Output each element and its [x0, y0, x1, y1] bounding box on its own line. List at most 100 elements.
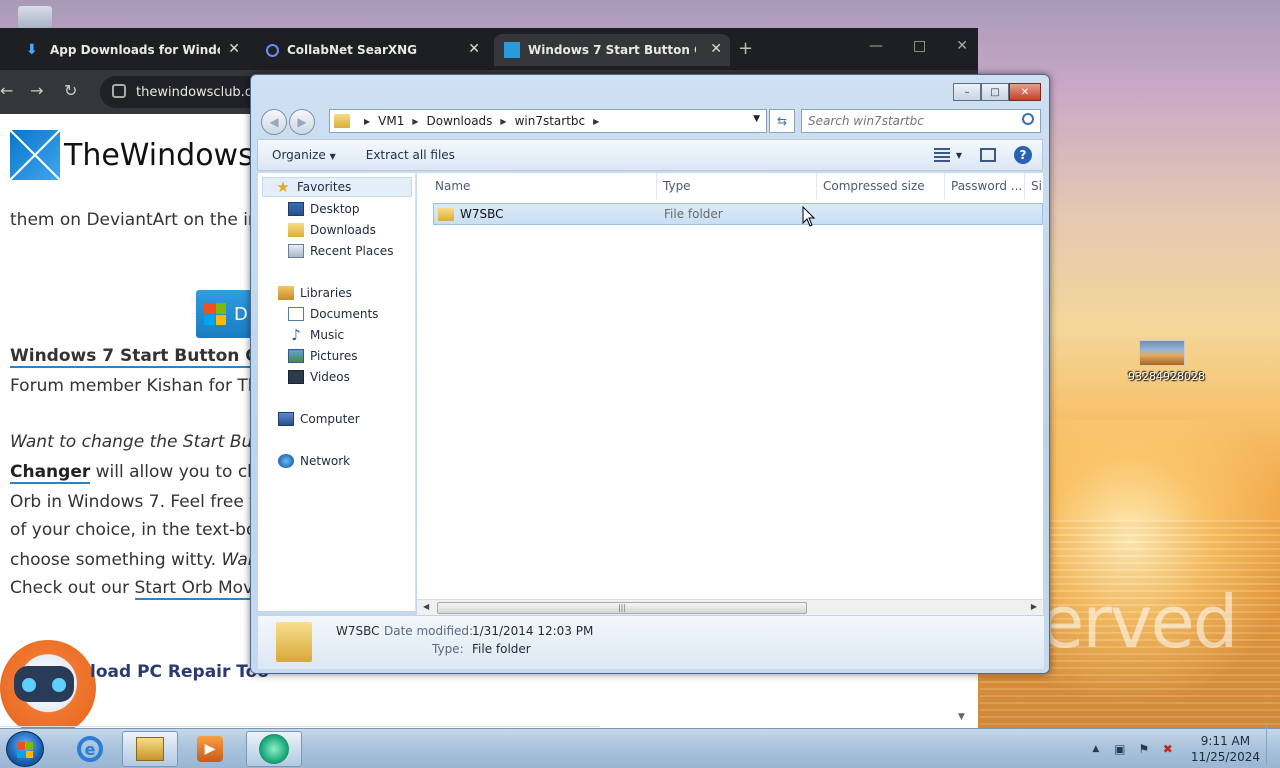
windows-logo-icon	[17, 742, 33, 758]
preview-pane-icon[interactable]	[980, 148, 996, 162]
explorer-window: – □ ✕ ◀ ▶ ▶ VM1 ▶ Downloads ▶ win7startb…	[250, 74, 1050, 674]
scrollbar-thumb[interactable]: |||	[437, 602, 807, 614]
volume-muted-icon[interactable]: ✖	[1161, 742, 1175, 756]
article-heading[interactable]: Windows 7 Start Button Cha	[10, 346, 282, 368]
maximize-button[interactable]: □	[981, 83, 1009, 101]
nav-videos[interactable]: Videos	[288, 367, 350, 387]
column-compressed-size[interactable]: Compressed size	[817, 173, 945, 199]
article-text: will allow you to cha	[90, 462, 269, 482]
command-bar: Organize ▼ Extract all files ▼ ?	[257, 139, 1043, 171]
tab-searxng[interactable]: CollabNet SearXNG ✕	[256, 34, 488, 66]
show-hidden-icons-icon[interactable]: ▲	[1089, 742, 1103, 756]
network-tray-icon[interactable]: ▣	[1113, 742, 1127, 756]
chevron-right-icon[interactable]: ▶	[500, 117, 506, 126]
maximize-icon[interactable]: □	[913, 38, 926, 54]
extract-all-button[interactable]: Extract all files	[366, 148, 455, 162]
forward-arrow-icon[interactable]: →	[30, 81, 43, 100]
taskbar-media-player[interactable]: ▶	[182, 731, 238, 767]
search-icon[interactable]	[1022, 113, 1034, 125]
file-row-w7sbc[interactable]: W7SBC File folder	[433, 203, 1043, 225]
windows-explorer-icon	[136, 737, 164, 761]
show-desktop-button[interactable]	[1266, 725, 1280, 765]
scroll-left-icon[interactable]: ◀	[423, 602, 429, 611]
minimize-icon[interactable]: —	[869, 38, 883, 54]
libraries-icon	[278, 286, 294, 300]
scroll-down-icon[interactable]: ▼	[958, 712, 965, 722]
details-type-label: Type:	[432, 642, 464, 656]
tab-app-downloads[interactable]: ⬇ App Downloads for Windows - ✕	[16, 34, 248, 66]
close-icon[interactable]: ✕	[468, 41, 480, 57]
tab-windows7-start-button[interactable]: Windows 7 Start Button Chang ✕	[494, 34, 730, 66]
clock[interactable]: 9:11 AM 11/25/2024	[1191, 733, 1260, 765]
nav-documents[interactable]: Documents	[288, 304, 378, 324]
article-text: choose something witty.	[10, 550, 222, 570]
refresh-button[interactable]: ⇆	[769, 109, 795, 133]
forward-button[interactable]: ▶	[289, 109, 315, 135]
changer-link[interactable]: Changer	[10, 462, 91, 484]
nav-label: Videos	[310, 370, 350, 384]
start-button[interactable]	[6, 731, 44, 767]
search-box[interactable]	[801, 109, 1041, 133]
pc-repair-link[interactable]: load PC Repair Too	[90, 662, 269, 682]
column-type[interactable]: Type	[657, 173, 817, 199]
nav-network[interactable]: Network	[278, 451, 350, 471]
taskbar-browser[interactable]	[246, 731, 302, 767]
close-button[interactable]: ✕	[1009, 83, 1041, 101]
desktop-image-file[interactable]: 93284928028	[1128, 340, 1205, 383]
organize-button[interactable]: Organize ▼	[272, 148, 336, 162]
breadcrumb-win7startbc[interactable]: win7startbc	[515, 114, 586, 128]
recycle-bin-icon[interactable]	[18, 6, 52, 28]
tab-title: CollabNet SearXNG	[287, 43, 418, 57]
wallpaper-text: erved	[1040, 580, 1239, 664]
file-type: File folder	[664, 207, 723, 221]
close-icon[interactable]: ✕	[228, 41, 240, 57]
details-pane: W7SBC Date modified: 1/31/2014 12:03 PM …	[258, 615, 1044, 669]
close-icon[interactable]: ✕	[956, 38, 968, 54]
nav-computer[interactable]: Computer	[278, 409, 360, 429]
column-name[interactable]: Name	[429, 173, 657, 199]
chevron-down-icon[interactable]: ▼	[956, 151, 962, 160]
chevron-right-icon[interactable]: ▶	[364, 117, 370, 126]
back-arrow-icon[interactable]: ←	[0, 81, 13, 100]
chevron-right-icon[interactable]: ▶	[412, 117, 418, 126]
change-view-icon[interactable]	[933, 148, 950, 162]
minimize-button[interactable]: –	[953, 83, 981, 101]
nav-pictures[interactable]: Pictures	[288, 346, 358, 366]
address-breadcrumb[interactable]: ▶ VM1 ▶ Downloads ▶ win7startbc ▶ ▼	[329, 109, 767, 133]
action-center-flag-icon[interactable]: ⚑	[1137, 742, 1151, 756]
system-tray: ▲ ▣ ⚑ ✖ 9:11 AM 11/25/2024	[1089, 733, 1272, 765]
taskbar-internet-explorer[interactable]: e	[62, 731, 118, 767]
window-controls: – □ ✕	[953, 83, 1041, 101]
nav-favorites[interactable]: ★ Favorites	[262, 177, 412, 197]
nav-downloads[interactable]: Downloads	[288, 220, 376, 240]
download-button[interactable]: D	[196, 290, 256, 338]
pc-repair-robot-icon[interactable]	[0, 640, 96, 728]
navigation-pane: ★ Favorites Desktop Downloads Recent Plac…	[258, 173, 416, 611]
column-password[interactable]: Password ...	[945, 173, 1025, 199]
chevron-right-icon[interactable]: ▶	[593, 117, 599, 126]
back-button[interactable]: ◀	[261, 109, 287, 135]
breadcrumb-downloads[interactable]: Downloads	[427, 114, 493, 128]
column-size[interactable]: Si	[1025, 173, 1043, 199]
article-text: Orb in Windows 7. Feel free to	[10, 492, 267, 512]
site-info-icon[interactable]	[112, 84, 126, 98]
chevron-down-icon[interactable]: ▼	[753, 114, 760, 124]
search-input[interactable]	[808, 114, 1008, 128]
site-logo[interactable]: TheWindowsC	[10, 130, 275, 180]
music-icon: ♪	[291, 326, 301, 344]
heading-link[interactable]: Windows 7 Start Button Cha	[10, 346, 282, 368]
new-tab-button[interactable]: +	[738, 38, 753, 59]
breadcrumb-vm1[interactable]: VM1	[378, 114, 404, 128]
taskbar-windows-explorer[interactable]	[122, 731, 178, 767]
nav-music[interactable]: ♪ Music	[288, 325, 344, 345]
media-player-icon: ▶	[197, 736, 223, 762]
folder-icon	[334, 114, 350, 128]
scroll-right-icon[interactable]: ▶	[1031, 602, 1037, 611]
reload-icon[interactable]: ↻	[64, 81, 77, 100]
horizontal-scrollbar[interactable]: ◀ ||| ▶	[417, 599, 1043, 615]
nav-libraries[interactable]: Libraries	[278, 283, 352, 303]
nav-recent-places[interactable]: Recent Places	[288, 241, 393, 261]
help-icon[interactable]: ?	[1014, 146, 1032, 164]
close-icon[interactable]: ✕	[710, 41, 722, 57]
nav-desktop[interactable]: Desktop	[288, 199, 360, 219]
